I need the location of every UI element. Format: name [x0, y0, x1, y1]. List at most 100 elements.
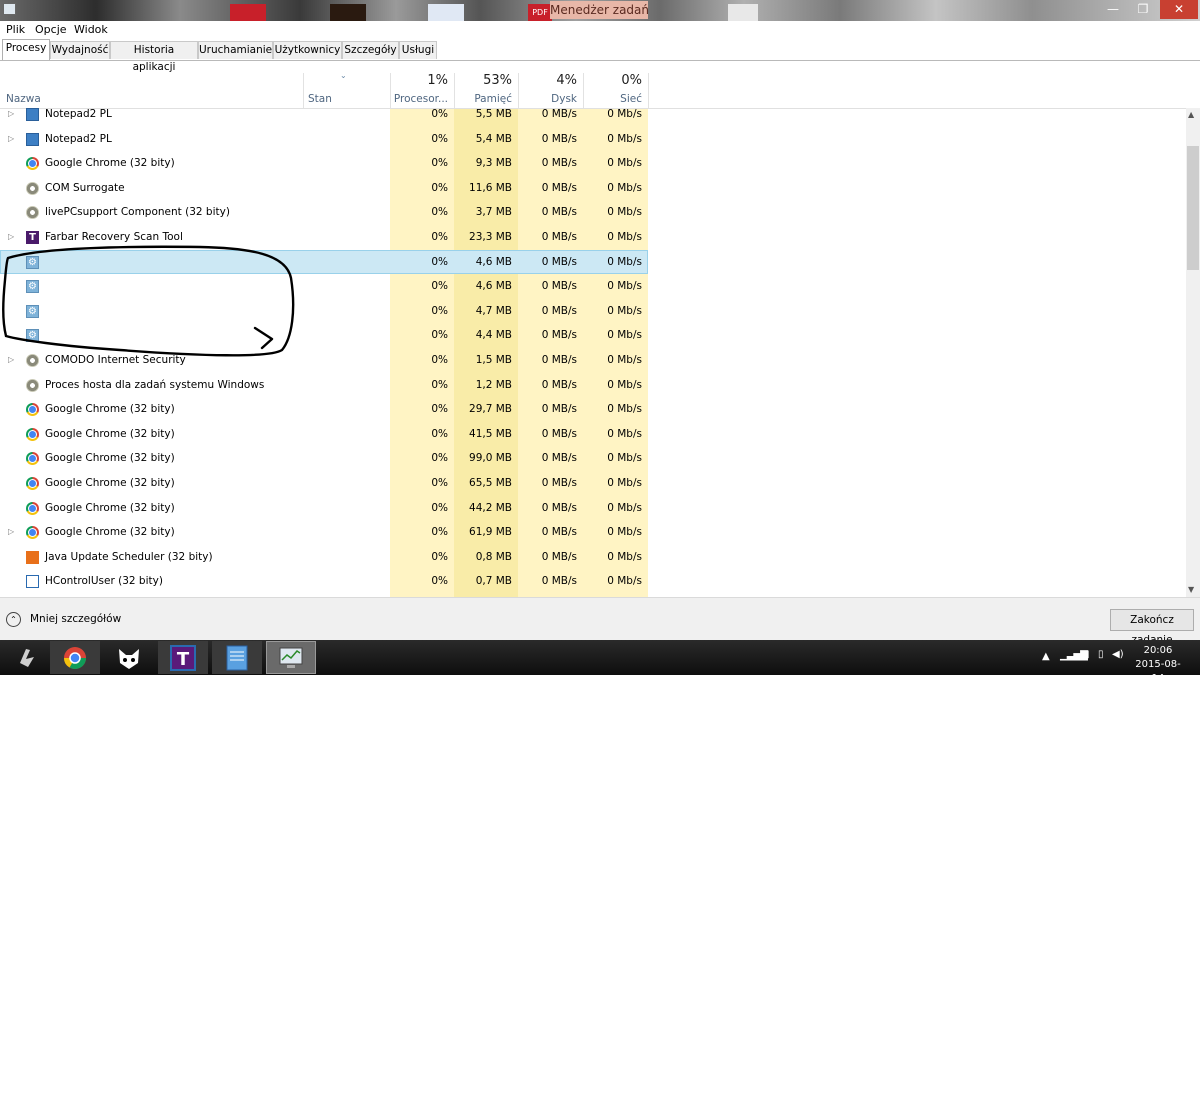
- disk-total-percent: 4%: [556, 73, 577, 88]
- process-row[interactable]: livePCsupport Component (32 bity) 0% 3,7 M…: [0, 200, 648, 224]
- volume-icon[interactable]: ◀): [1112, 649, 1124, 660]
- expand-chevron-icon[interactable]: ▷: [8, 102, 16, 126]
- tab-strip: Procesy Wydajność Historia aplikacji Uru…: [0, 39, 1200, 73]
- network-value: 0 Mb/s: [607, 304, 642, 317]
- memory-value: 61,9 MB: [469, 526, 512, 539]
- process-row[interactable]: ▷ Notepad2 PL 0% 5,5 MB 0 MB/s 0 Mb/s: [0, 102, 648, 126]
- disk-value: 0 MB/s: [541, 231, 577, 243]
- gear-icon: [26, 181, 39, 195]
- chrome-icon: [26, 526, 39, 540]
- task-manager-small-icon: [3, 3, 16, 15]
- process-row[interactable]: HControlUser (32 bity) 0% 0,7 MB 0 MB/s 0 Mb…: [0, 569, 648, 593]
- process-row[interactable]: Google Chrome (32 bity) 0% 41,5 MB 0 MB/s 0 …: [0, 422, 648, 446]
- hand-drawn-annotation: [2, 245, 295, 357]
- process-row[interactable]: Google Chrome (32 bity) 0% 65,5 MB 0 MB/s 0 …: [0, 471, 648, 495]
- disk-value: 0 MB/s: [541, 501, 577, 514]
- network-value: 0 Mb/s: [607, 132, 642, 145]
- column-divider[interactable]: [648, 73, 649, 108]
- network-value: 0 Mb/s: [607, 501, 642, 514]
- memory-value: 11,6 MB: [469, 181, 512, 194]
- taskbar-chrome-icon[interactable]: [50, 641, 100, 674]
- taskbar-farbar-icon[interactable]: T: [158, 641, 208, 674]
- tab-processes[interactable]: Procesy: [2, 39, 50, 60]
- network-value: 0 Mb/s: [607, 231, 642, 243]
- taskbar-notepad-icon[interactable]: [212, 641, 262, 674]
- scroll-down-icon[interactable]: ▼: [1188, 585, 1194, 594]
- cpu-value: 0%: [431, 280, 448, 293]
- disk-value: 0 MB/s: [541, 427, 577, 440]
- signal-icon[interactable]: ▁▃▅▇: [1060, 650, 1088, 661]
- cpu-value: 0%: [431, 206, 448, 219]
- menu-options[interactable]: Opcje: [35, 23, 67, 36]
- network-value: 0 Mb/s: [607, 526, 642, 539]
- cpu-value: 0%: [431, 501, 448, 514]
- process-name: Google Chrome (32 bity): [45, 501, 175, 514]
- taskbar-cat-icon[interactable]: [104, 641, 154, 674]
- process-row[interactable]: ▷ Notepad2 PL 0% 5,4 MB 0 MB/s 0 Mb/s: [0, 127, 648, 151]
- network-value: 0 Mb/s: [607, 427, 642, 440]
- scroll-up-icon[interactable]: ▲: [1188, 110, 1194, 119]
- tab-app-history[interactable]: Historia aplikacji: [110, 41, 198, 73]
- process-row[interactable]: Proces hosta dla zadań systemu Windows 0%…: [0, 373, 648, 397]
- network-value: 0 Mb/s: [607, 550, 642, 563]
- tab-users[interactable]: Użytkownicy: [273, 41, 342, 59]
- maximize-button[interactable]: ❐: [1128, 0, 1158, 19]
- process-row[interactable]: COM Surrogate 0% 11,6 MB 0 MB/s 0 Mb/s: [0, 176, 648, 200]
- disk-value: 0 MB/s: [541, 108, 577, 120]
- cpu-value: 0%: [431, 403, 448, 416]
- minimize-button[interactable]: —: [1098, 0, 1128, 19]
- process-row[interactable]: Google Chrome (32 bity) 0% 99,0 MB 0 MB/s 0 …: [0, 446, 648, 470]
- process-name: COM Surrogate: [45, 181, 125, 194]
- close-button[interactable]: ✕: [1160, 0, 1198, 19]
- chrome-icon: [26, 501, 39, 515]
- expand-chevron-icon[interactable]: ▷: [8, 520, 16, 544]
- network-icon[interactable]: ▯: [1098, 649, 1104, 660]
- tab-services[interactable]: Usługi: [399, 41, 437, 59]
- chrome-icon: [26, 157, 39, 171]
- disk-value: 0 MB/s: [541, 575, 577, 588]
- network-value: 0 Mb/s: [607, 157, 642, 170]
- process-row[interactable]: Google Chrome (32 bity) 0% 44,2 MB 0 MB/s 0 …: [0, 496, 648, 520]
- memory-value: 4,4 MB: [475, 329, 512, 342]
- disk-value: 0 MB/s: [541, 550, 577, 563]
- taskbar-task-manager-icon[interactable]: [266, 641, 316, 674]
- tab-performance[interactable]: Wydajność: [50, 41, 110, 59]
- process-row[interactable]: Google Chrome (32 bity) 0% 9,3 MB 0 MB/s 0 M…: [0, 151, 648, 175]
- expand-chevron-icon[interactable]: ▷: [8, 127, 16, 151]
- notepad-icon: [26, 108, 39, 121]
- start-icon[interactable]: [2, 641, 52, 674]
- clock-time: 20:06: [1143, 645, 1173, 656]
- memory-value: 0,8 MB: [475, 550, 512, 563]
- process-row[interactable]: Java Update Scheduler (32 bity) 0% 0,8 MB 0…: [0, 545, 648, 569]
- battery-icon[interactable]: ▮: [1084, 649, 1090, 660]
- network-value: 0 Mb/s: [607, 452, 642, 465]
- process-name: Notepad2 PL: [45, 108, 112, 120]
- cpu-value: 0%: [431, 354, 448, 366]
- disk-value: 0 MB/s: [541, 206, 577, 219]
- cpu-value: 0%: [431, 157, 448, 170]
- disk-value: 0 MB/s: [541, 181, 577, 194]
- tab-startup[interactable]: Uruchamianie: [198, 41, 273, 59]
- process-row[interactable]: Google Chrome (32 bity) 0% 29,7 MB 0 MB/s 0 …: [0, 397, 648, 421]
- window-title: Menedżer zadań: [550, 1, 648, 19]
- process-row[interactable]: ▷ Google Chrome (32 bity) 0% 61,9 MB 0 MB/s 0…: [0, 520, 648, 544]
- cpu-value: 0%: [431, 181, 448, 194]
- end-task-button[interactable]: Zakończ zadanie: [1110, 609, 1194, 646]
- menu-file[interactable]: Plik: [6, 23, 25, 36]
- show-hidden-icons-icon[interactable]: ▲: [1042, 651, 1050, 662]
- window-icon: [26, 575, 39, 589]
- menu-view[interactable]: Widok: [74, 23, 108, 36]
- process-name: Google Chrome (32 bity): [45, 452, 175, 465]
- scrollbar-thumb[interactable]: [1187, 146, 1199, 270]
- taskbar-clock[interactable]: 20:06 2015-08-14: [1130, 644, 1186, 686]
- cpu-value: 0%: [431, 255, 448, 268]
- disk-value: 0 MB/s: [541, 354, 577, 366]
- titlebar-app-red-icon: [230, 4, 266, 21]
- memory-value: 4,6 MB: [475, 280, 512, 293]
- network-value: 0 Mb/s: [607, 354, 642, 366]
- cpu-value: 0%: [431, 132, 448, 145]
- tab-details[interactable]: Szczegóły: [342, 41, 399, 59]
- disk-value: 0 MB/s: [541, 132, 577, 145]
- cpu-value: 0%: [431, 575, 448, 588]
- network-value: 0 Mb/s: [607, 403, 642, 416]
